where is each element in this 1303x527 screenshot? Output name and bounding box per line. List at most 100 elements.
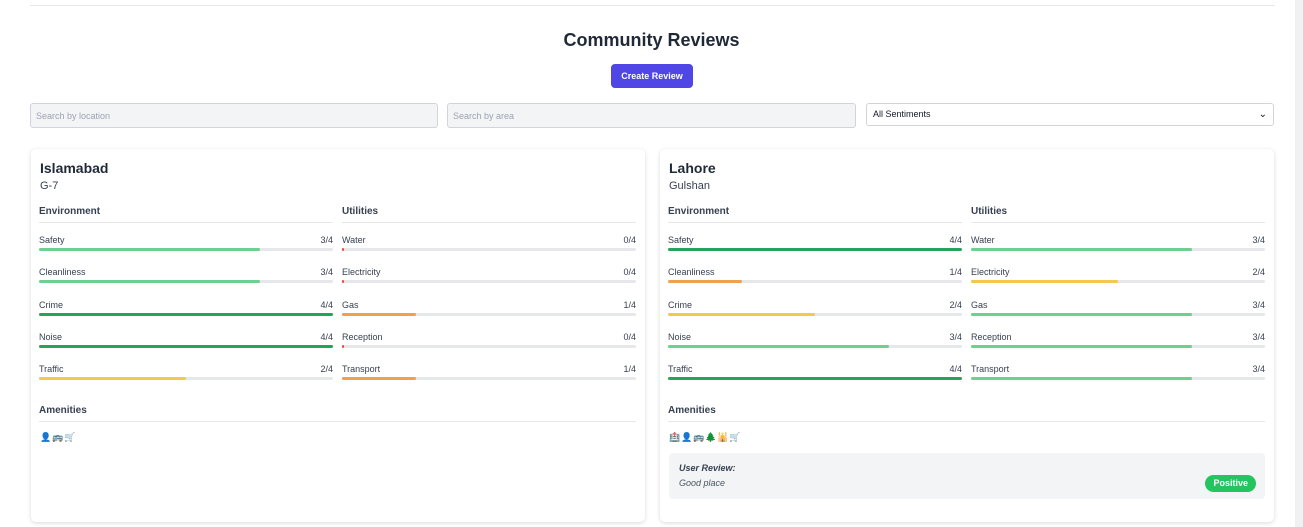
metric-label: Water: [342, 235, 366, 245]
metric-bar-track: [971, 312, 1265, 316]
person-icon: 👤: [681, 432, 695, 442]
sentiment-select-value: All Sentiments: [873, 109, 931, 119]
metric-value: 3/4: [1252, 364, 1265, 375]
metric-electricity: Electricity 2/4: [971, 267, 1265, 289]
metric-bar-fill: [971, 344, 1192, 348]
metric-bar-fill: [668, 377, 962, 381]
metric-label: Safety: [39, 235, 65, 245]
area-name: G-7: [40, 180, 59, 192]
metric-bar-fill: [342, 248, 344, 251]
search-location-input[interactable]: [30, 103, 438, 128]
metric-bar-fill: [39, 312, 333, 316]
metric-noise: Noise 3/4: [668, 332, 962, 354]
metric-label: Traffic: [668, 364, 693, 375]
metric-reception: Reception 0/4: [342, 332, 636, 354]
metric-label: Gas: [342, 299, 359, 310]
metric-bar-fill: [971, 248, 1192, 251]
metric-bar-fill: [342, 344, 344, 348]
metric-label: Water: [971, 235, 995, 245]
metric-label: Electricity: [342, 267, 381, 278]
metric-bar-track: [971, 377, 1265, 381]
city-name: Islamabad: [40, 160, 109, 176]
metric-value: 2/4: [320, 364, 333, 375]
metric-crime: Crime 4/4: [39, 300, 333, 322]
metric-traffic: Traffic 4/4: [668, 364, 962, 386]
metric-transport: Transport 1/4: [342, 364, 636, 386]
metric-value: 3/4: [1252, 299, 1265, 310]
metric-value: 3/4: [320, 267, 333, 278]
metric-noise: Noise 4/4: [39, 332, 333, 354]
metric-bar-track: [342, 344, 636, 348]
metric-bar-track: [668, 248, 962, 251]
metric-bar-fill: [668, 344, 889, 348]
environment-heading: Environment: [668, 206, 962, 223]
metric-bar-fill: [39, 344, 333, 348]
page-title: Community Reviews: [563, 30, 740, 50]
environment-heading: Environment: [39, 206, 333, 223]
metric-cleanliness: Cleanliness 1/4: [668, 267, 962, 289]
hospital-icon: 🏥: [669, 432, 683, 442]
metric-gas: Gas 1/4: [342, 300, 636, 322]
metric-transport: Transport 3/4: [971, 364, 1265, 386]
metric-bar-fill: [39, 280, 260, 284]
search-area-input[interactable]: [447, 103, 856, 128]
metric-value: 1/4: [949, 267, 962, 278]
metric-bar-track: [39, 344, 333, 348]
metric-bar-track: [342, 248, 636, 251]
amenities-heading: Amenities: [668, 405, 1265, 422]
metric-label: Noise: [668, 331, 692, 342]
metric-value: 2/4: [1252, 267, 1265, 278]
area-name: Gulshan: [669, 180, 710, 192]
metric-bar-track: [39, 280, 333, 284]
create-review-button[interactable]: Create Review: [611, 64, 693, 88]
metric-bar-fill: [971, 377, 1192, 381]
metric-value: 4/4: [320, 331, 333, 342]
metric-label: Cleanliness: [39, 267, 86, 278]
metric-bar-fill: [342, 280, 344, 284]
metric-bar-track: [971, 344, 1265, 348]
metric-label: Traffic: [39, 364, 64, 375]
person-icon: 👤: [40, 432, 54, 442]
metric-label: Cleanliness: [668, 267, 715, 278]
metric-crime: Crime 2/4: [668, 300, 962, 322]
metric-bar-track: [342, 377, 636, 381]
metric-value: 1/4: [623, 364, 636, 375]
review-card-lahore: Lahore Gulshan Environment Safety 4/4 Cleanli…: [660, 149, 1274, 522]
utilities-heading: Utilities: [342, 206, 636, 223]
mosque-icon: 🕌: [717, 432, 731, 442]
page-scrollbar[interactable]: [1295, 0, 1303, 527]
metric-value: 4/4: [320, 299, 333, 310]
amenities-heading: Amenities: [39, 405, 636, 422]
sentiment-select[interactable]: All Sentiments ⌄: [866, 103, 1274, 126]
metric-bar-fill: [668, 312, 815, 316]
bus-icon: 🚌: [693, 432, 707, 442]
metric-value: 0/4: [623, 235, 636, 245]
metric-bar-track: [971, 280, 1265, 284]
metric-traffic: Traffic 2/4: [39, 364, 333, 386]
metric-value: 4/4: [949, 364, 962, 375]
metric-reception: Reception 3/4: [971, 332, 1265, 354]
metric-label: Gas: [971, 299, 988, 310]
city-name: Lahore: [669, 160, 716, 176]
metric-label: Transport: [971, 364, 1010, 375]
utilities-heading: Utilities: [971, 206, 1265, 223]
metric-value: 4/4: [949, 235, 962, 245]
metric-bar-track: [342, 312, 636, 316]
metric-bar-fill: [971, 312, 1192, 316]
cart-icon: 🛒: [64, 432, 78, 442]
amenities-icons: 🏥👤🚌🌲🕌🛒: [669, 432, 741, 443]
metric-value: 3/4: [1252, 331, 1265, 342]
user-review-title: User Review:: [679, 463, 736, 473]
metric-value: 1/4: [623, 299, 636, 310]
metric-label: Reception: [971, 331, 1012, 342]
metric-bar-track: [39, 377, 333, 381]
amenities-icons: 👤🚌🛒: [40, 432, 76, 443]
metric-electricity: Electricity 0/4: [342, 267, 636, 289]
metric-value: 0/4: [623, 331, 636, 342]
user-review-text: Good place: [679, 478, 726, 488]
metric-bar-fill: [971, 280, 1118, 284]
metric-safety: Safety 3/4: [39, 235, 333, 257]
tree-icon: 🌲: [705, 432, 719, 442]
metric-bar-fill: [668, 248, 962, 251]
metric-cleanliness: Cleanliness 3/4: [39, 267, 333, 289]
